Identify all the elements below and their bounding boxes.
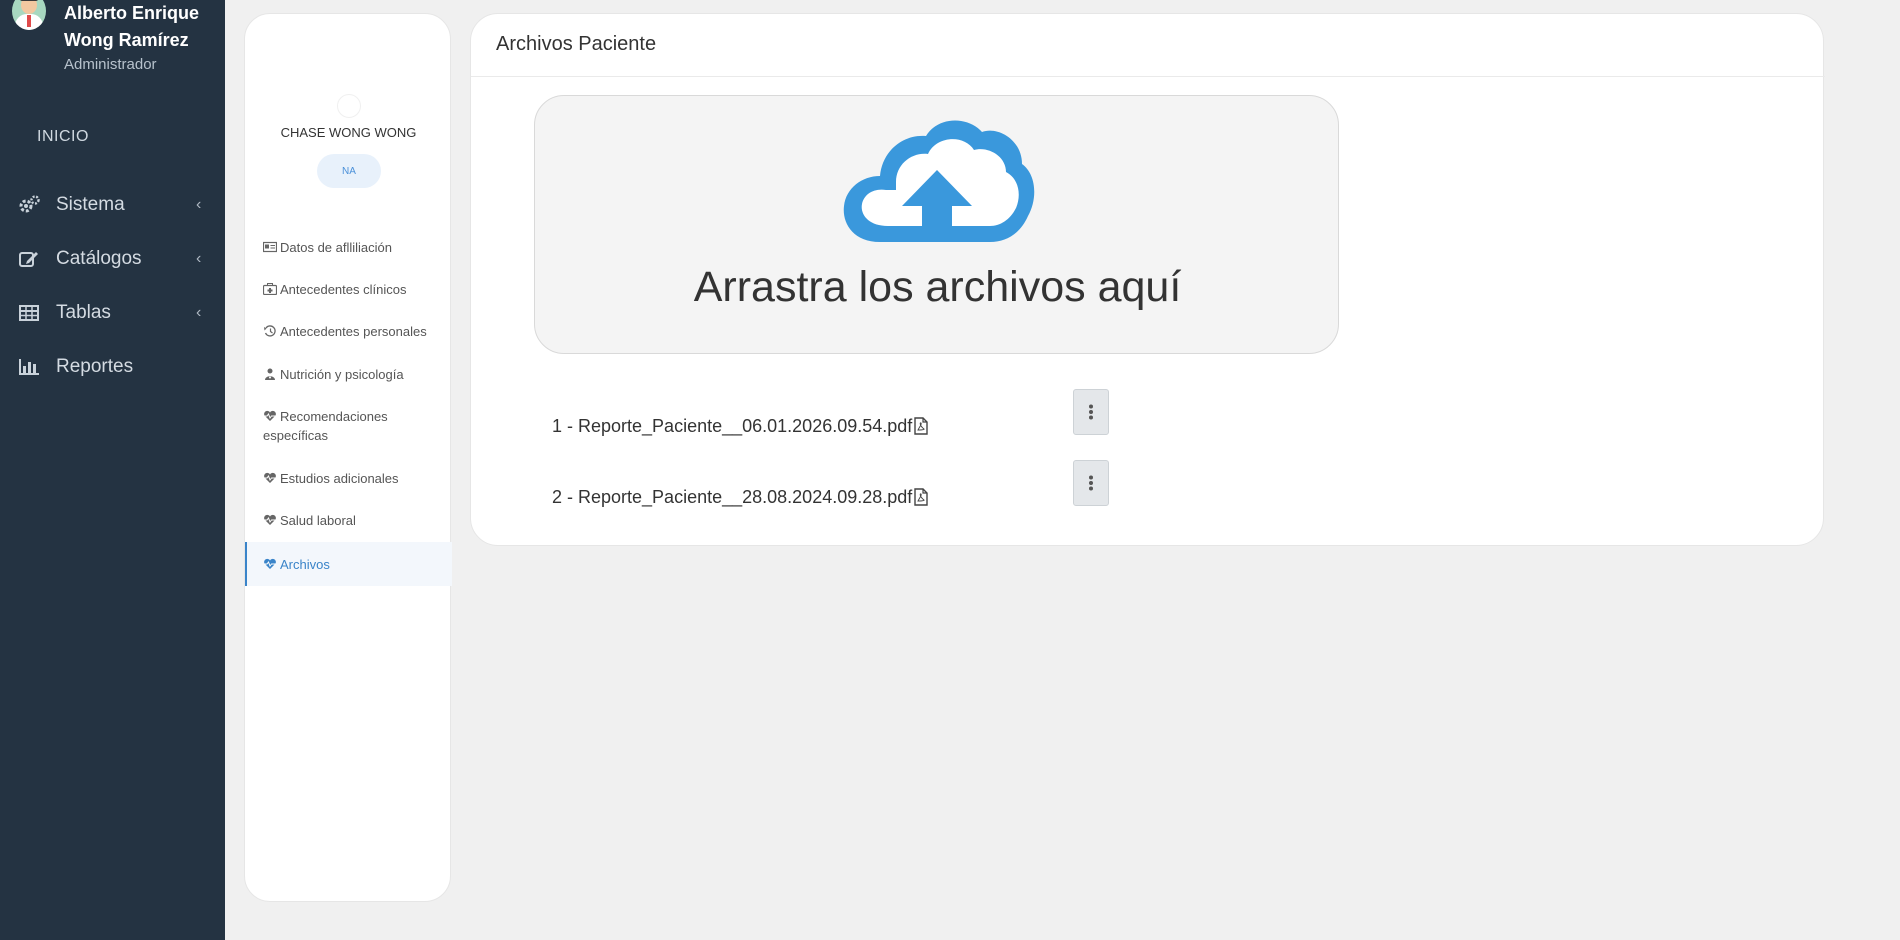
- nav-item-reportes[interactable]: Reportes: [0, 347, 225, 387]
- patient-name: CHASE WONG WONG: [280, 125, 417, 140]
- patient-menu-label: Archivos: [280, 556, 330, 572]
- nav-item-sistema[interactable]: Sistema ‹: [0, 185, 225, 225]
- heartbeat-icon: [264, 472, 276, 483]
- patient-menu-label: Antecedentes personales: [280, 324, 427, 339]
- patient-menu-salud-laboral[interactable]: Salud laboral: [245, 511, 452, 530]
- page-title: Archivos Paciente: [496, 33, 657, 55]
- nav-item-label: Catálogos: [56, 248, 142, 269]
- patient-menu-label: Estudios adicionales: [280, 471, 399, 486]
- file-row: 2 - Reporte_Paciente__28.08.2024.09.28.p…: [552, 477, 1112, 517]
- file-options-button[interactable]: [1073, 389, 1109, 435]
- file-name: 2 - Reporte_Paciente__28.08.2024.09.28.p…: [552, 487, 913, 507]
- user-name: Alberto Enrique Wong Ramírez: [64, 3, 200, 50]
- file-name: 1 - Reporte_Paciente__06.01.2026.09.54.p…: [552, 416, 913, 436]
- cloud-upload-icon: [843, 120, 1035, 242]
- patient-menu-estudios-adicionales[interactable]: Estudios adicionales: [245, 469, 452, 488]
- chevron-left-icon: ‹: [196, 250, 202, 267]
- user-role: Administrador: [64, 56, 157, 73]
- patient-menu-archivos[interactable]: Archivos: [245, 542, 452, 586]
- nav-item-catalogos[interactable]: Catálogos ‹: [0, 239, 225, 279]
- table-icon: [17, 301, 41, 325]
- nav-home-link[interactable]: INICIO: [37, 128, 89, 146]
- kebab-menu-icon: [1089, 404, 1093, 420]
- file-dropzone[interactable]: Arrastra los archivos aquí: [534, 95, 1339, 354]
- nav-item-tablas[interactable]: Tablas ‹: [0, 293, 225, 333]
- nav-item-label: Sistema: [56, 194, 125, 215]
- patient-menu-recomendaciones[interactable]: Recomendaciones específicas: [245, 407, 452, 445]
- pdf-file-icon: [914, 417, 928, 435]
- user-md-icon: [265, 368, 275, 380]
- medkit-icon: [263, 283, 277, 295]
- patient-photo: [337, 94, 361, 118]
- id-card-icon: [263, 241, 277, 253]
- patient-menu-antecedentes-personales[interactable]: Antecedentes personales: [245, 322, 452, 341]
- avatar[interactable]: [12, 0, 46, 30]
- file-link[interactable]: 2 - Reporte_Paciente__28.08.2024.09.28.p…: [552, 487, 928, 508]
- app-sidebar: Alberto Enrique Wong Ramírez Administrad…: [0, 0, 225, 940]
- nav-item-label: Reportes: [56, 356, 134, 377]
- patient-badge: NA: [317, 154, 381, 188]
- dropzone-text: Arrastra los archivos aquí: [693, 263, 1182, 311]
- patient-menu-label: Salud laboral: [280, 513, 356, 528]
- patient-menu-nutricion-psicologia[interactable]: Nutrición y psicología: [245, 365, 452, 384]
- patient-menu-label: Datos de aflliliación: [280, 240, 393, 255]
- patient-menu-datos-afiliacion[interactable]: Datos de aflliliación: [245, 238, 452, 257]
- files-card: Archivos Paciente Arrastra los archivos …: [470, 13, 1825, 546]
- chevron-left-icon: ‹: [196, 304, 202, 321]
- file-row: 1 - Reporte_Paciente__06.01.2026.09.54.p…: [552, 406, 1112, 446]
- heartbeat-icon: [264, 514, 276, 525]
- edit-icon: [17, 247, 41, 271]
- patient-menu-label: Antecedentes clínicos: [280, 282, 407, 297]
- divider: [471, 76, 1825, 77]
- user-block: Alberto Enrique Wong Ramírez Administrad…: [0, 0, 225, 90]
- pdf-file-icon: [914, 488, 928, 506]
- heartbeat-icon: [264, 558, 276, 569]
- heartbeat-icon: [264, 410, 276, 421]
- file-options-button[interactable]: [1073, 460, 1109, 506]
- nav-item-label: Tablas: [56, 302, 111, 323]
- history-icon: [264, 325, 276, 337]
- file-link[interactable]: 1 - Reporte_Paciente__06.01.2026.09.54.p…: [552, 416, 928, 437]
- patient-panel: CHASE WONG WONG NA Datos de aflliliación…: [244, 13, 452, 902]
- bar-chart-icon: [17, 355, 41, 379]
- patient-menu-label: Recomendaciones específicas: [263, 409, 388, 443]
- patient-menu-label: Nutrición y psicología: [280, 367, 404, 382]
- patient-menu-antecedentes-clinicos[interactable]: Antecedentes clínicos: [245, 280, 452, 299]
- kebab-menu-icon: [1089, 475, 1093, 491]
- gears-icon: [17, 193, 41, 217]
- chevron-left-icon: ‹: [196, 196, 202, 213]
